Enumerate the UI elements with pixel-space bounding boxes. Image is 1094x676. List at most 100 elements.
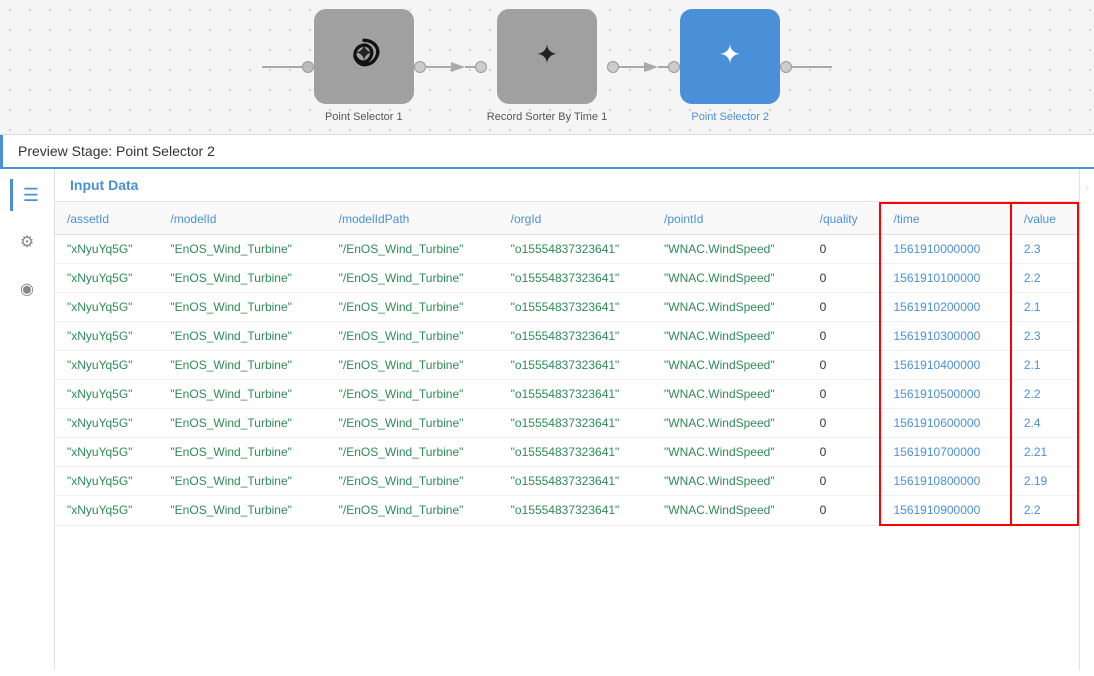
node-box-2[interactable]: ✦ xyxy=(497,9,597,104)
cell-assetId: "xNyuYq5G" xyxy=(55,293,158,322)
cell-orgId: "o15554837323641" xyxy=(499,293,652,322)
cell-assetId: "xNyuYq5G" xyxy=(55,380,158,409)
cell-modelId: "EnOS_Wind_Turbine" xyxy=(158,264,326,293)
cell-assetId: "xNyuYq5G" xyxy=(55,496,158,526)
cell-time: 1561910500000 xyxy=(880,380,1010,409)
cell-orgId: "o15554837323641" xyxy=(499,496,652,526)
pipeline-nodes: ✦ Point Selector 1 ✦ Record Sorter By Ti… xyxy=(262,9,832,124)
cell-value: 2.3 xyxy=(1011,322,1078,351)
cell-value: 2.19 xyxy=(1011,467,1078,496)
port-in-3 xyxy=(668,61,680,73)
col-header-modelIdPath: /modelIdPath xyxy=(327,203,499,235)
swirl-icon-1: ✦ xyxy=(339,32,389,82)
cell-assetId: "xNyuYq5G" xyxy=(55,235,158,264)
table-head: /assetId /modelId /modelIdPath /orgId /p… xyxy=(55,203,1078,235)
cell-time: 1561910900000 xyxy=(880,496,1010,526)
port-out-1 xyxy=(414,61,426,73)
left-sidebar: ☰ ⚙ ◉ xyxy=(0,169,55,670)
cell-time: 1561910000000 xyxy=(880,235,1010,264)
node-record-sorter[interactable]: ✦ Record Sorter By Time 1 xyxy=(487,9,607,124)
cell-time: 1561910600000 xyxy=(880,409,1010,438)
port-in-2 xyxy=(475,61,487,73)
cell-time: 1561910300000 xyxy=(880,322,1010,351)
input-data-label: Input Data xyxy=(70,177,138,193)
cell-quality: 0 xyxy=(808,380,881,409)
node-label-2: Record Sorter By Time 1 xyxy=(487,110,607,124)
right-panel-icon: › xyxy=(1085,179,1090,195)
table-row: "xNyuYq5G""EnOS_Wind_Turbine""/EnOS_Wind… xyxy=(55,467,1078,496)
gear-icon[interactable]: ⚙ xyxy=(11,226,43,258)
node-box-3[interactable]: ✦ xyxy=(680,9,780,104)
cell-value: 2.21 xyxy=(1011,438,1078,467)
right-panel: › xyxy=(1079,169,1094,670)
cell-quality: 0 xyxy=(808,467,881,496)
cell-modelIdPath: "/EnOS_Wind_Turbine" xyxy=(327,293,499,322)
cell-value: 2.1 xyxy=(1011,351,1078,380)
cell-pointId: "WNAC.WindSpeed" xyxy=(652,235,808,264)
cell-modelId: "EnOS_Wind_Turbine" xyxy=(158,409,326,438)
cell-pointId: "WNAC.WindSpeed" xyxy=(652,351,808,380)
cell-assetId: "xNyuYq5G" xyxy=(55,264,158,293)
cell-modelIdPath: "/EnOS_Wind_Turbine" xyxy=(327,351,499,380)
cell-assetId: "xNyuYq5G" xyxy=(55,409,158,438)
port-left xyxy=(302,61,314,73)
left-connector xyxy=(262,61,314,73)
table-row: "xNyuYq5G""EnOS_Wind_Turbine""/EnOS_Wind… xyxy=(55,409,1078,438)
arrow-1 xyxy=(451,62,465,72)
cell-modelId: "EnOS_Wind_Turbine" xyxy=(158,293,326,322)
col-header-pointId: /pointId xyxy=(652,203,808,235)
cell-modelId: "EnOS_Wind_Turbine" xyxy=(158,322,326,351)
line-4 xyxy=(658,66,668,68)
cell-modelIdPath: "/EnOS_Wind_Turbine" xyxy=(327,235,499,264)
node-label-3: Point Selector 2 xyxy=(691,110,769,124)
cell-pointId: "WNAC.WindSpeed" xyxy=(652,496,808,526)
col-header-assetId: /assetId xyxy=(55,203,158,235)
line-2 xyxy=(465,66,475,68)
col-header-orgId: /orgId xyxy=(499,203,652,235)
cell-pointId: "WNAC.WindSpeed" xyxy=(652,467,808,496)
cell-time: 1561910700000 xyxy=(880,438,1010,467)
cell-modelId: "EnOS_Wind_Turbine" xyxy=(158,496,326,526)
cell-value: 2.2 xyxy=(1011,380,1078,409)
cell-modelIdPath: "/EnOS_Wind_Turbine" xyxy=(327,264,499,293)
cell-orgId: "o15554837323641" xyxy=(499,409,652,438)
main-area: ☰ ⚙ ◉ Input Data /assetId /modelId /mode… xyxy=(0,169,1094,670)
cell-quality: 0 xyxy=(808,438,881,467)
list-icon[interactable]: ☰ xyxy=(10,179,45,211)
table-row: "xNyuYq5G""EnOS_Wind_Turbine""/EnOS_Wind… xyxy=(55,264,1078,293)
cell-orgId: "o15554837323641" xyxy=(499,380,652,409)
pipeline-area: ✦ Point Selector 1 ✦ Record Sorter By Ti… xyxy=(0,0,1094,135)
line-1 xyxy=(426,66,451,68)
cell-quality: 0 xyxy=(808,293,881,322)
eye-icon[interactable]: ◉ xyxy=(11,273,43,305)
arrow-2 xyxy=(644,62,658,72)
cell-assetId: "xNyuYq5G" xyxy=(55,467,158,496)
node-point-selector-2[interactable]: ✦ Point Selector 2 xyxy=(680,9,780,124)
table-row: "xNyuYq5G""EnOS_Wind_Turbine""/EnOS_Wind… xyxy=(55,438,1078,467)
cell-orgId: "o15554837323641" xyxy=(499,322,652,351)
cell-modelIdPath: "/EnOS_Wind_Turbine" xyxy=(327,380,499,409)
port-out-2 xyxy=(607,61,619,73)
node-box-1[interactable]: ✦ xyxy=(314,9,414,104)
cell-pointId: "WNAC.WindSpeed" xyxy=(652,409,808,438)
cell-orgId: "o15554837323641" xyxy=(499,467,652,496)
cell-quality: 0 xyxy=(808,496,881,526)
col-header-time: /time xyxy=(880,203,1010,235)
table-row: "xNyuYq5G""EnOS_Wind_Turbine""/EnOS_Wind… xyxy=(55,351,1078,380)
cell-modelIdPath: "/EnOS_Wind_Turbine" xyxy=(327,496,499,526)
table-area[interactable]: Input Data /assetId /modelId /modelIdPat… xyxy=(55,169,1079,670)
cell-modelId: "EnOS_Wind_Turbine" xyxy=(158,467,326,496)
swirl-icon-3: ✦ xyxy=(705,32,755,82)
header-row: /assetId /modelId /modelIdPath /orgId /p… xyxy=(55,203,1078,235)
connector-1-2 xyxy=(414,61,487,73)
node-point-selector-1[interactable]: ✦ Point Selector 1 xyxy=(314,9,414,124)
preview-bar: Preview Stage: Point Selector 2 xyxy=(0,135,1094,169)
table-header-bar: Input Data xyxy=(55,169,1079,202)
col-header-modelId: /modelId xyxy=(158,203,326,235)
cell-time: 1561910200000 xyxy=(880,293,1010,322)
table-row: "xNyuYq5G""EnOS_Wind_Turbine""/EnOS_Wind… xyxy=(55,293,1078,322)
line-3 xyxy=(619,66,644,68)
cell-quality: 0 xyxy=(808,264,881,293)
table-row: "xNyuYq5G""EnOS_Wind_Turbine""/EnOS_Wind… xyxy=(55,380,1078,409)
cell-pointId: "WNAC.WindSpeed" xyxy=(652,293,808,322)
